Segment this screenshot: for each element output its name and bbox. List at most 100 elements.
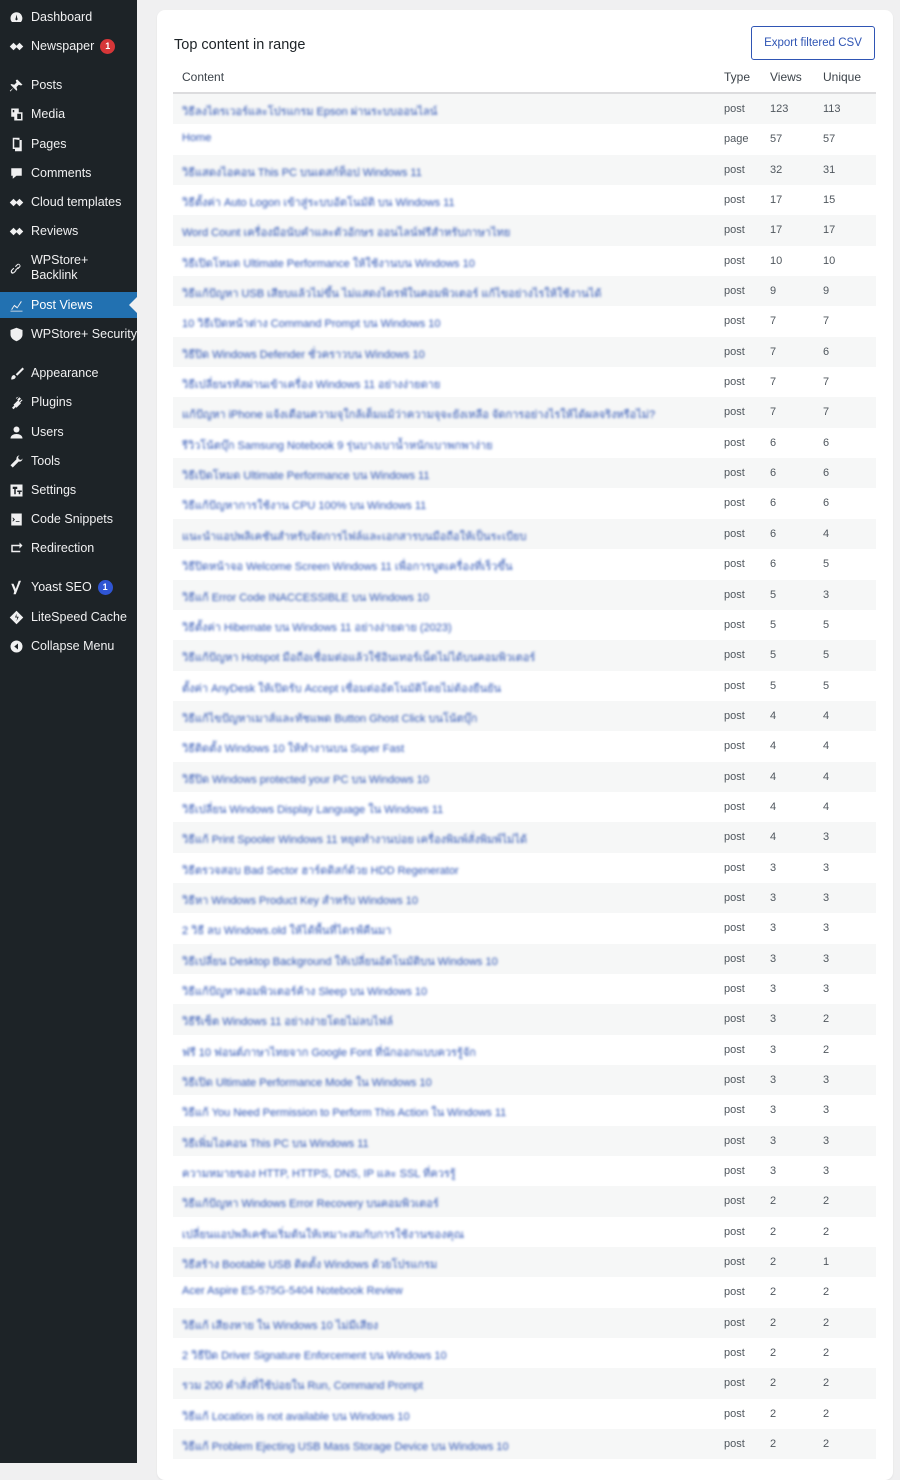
code-icon [8, 511, 24, 527]
sidebar-item-reviews[interactable]: Reviews [0, 218, 137, 244]
views-cell: 17 [770, 224, 783, 237]
content-link[interactable]: วิธีตั้งค่า Auto Logon เข้าสู่ระบบอัตโนม… [182, 193, 455, 211]
content-link[interactable]: วิธีรีเซ็ต Windows 11 อย่างง่ายโดยไม่ลบไ… [182, 1012, 393, 1030]
content-link[interactable]: วิธีหา Windows Product Key สำหรับ Window… [182, 891, 418, 909]
table-header: Content Type Views Unique [173, 67, 876, 94]
content-link[interactable]: วิธีแก้ เสียงหาย ใน Windows 10 ไม่มีเสีย… [182, 1316, 378, 1334]
views-cell: 7 [770, 406, 777, 419]
type-cell: post [724, 922, 745, 935]
sidebar-item-wpstore-backlink[interactable]: WPStore+ Backlink [0, 250, 137, 286]
plugin-icon [8, 394, 24, 410]
sidebar-item-label: Media [31, 106, 66, 121]
sidebar-item-label: Pages [31, 136, 67, 151]
views-cell: 2 [770, 1377, 777, 1390]
content-link[interactable]: ความหมายของ HTTP, HTTPS, DNS, IP และ SSL… [182, 1164, 456, 1182]
sidebar-item-label: Redirection [31, 540, 95, 555]
sidebar-item-yoast-seo[interactable]: Yoast SEO 1 [0, 574, 137, 600]
sidebar-item-dashboard[interactable]: Dashboard [0, 4, 137, 30]
content-link[interactable]: วิธีเพิ่มไอคอน This PC บน Windows 11 [182, 1134, 369, 1152]
content-link[interactable]: วิธีแก้ Problem Ejecting USB Mass Storag… [182, 1437, 509, 1455]
sidebar-item-appearance[interactable]: Appearance [0, 360, 137, 386]
content-link[interactable]: วิธีแก้ไขปัญหาเมาส์และทัชแพด Button Ghos… [182, 709, 477, 727]
content-link[interactable]: วิธีเปิด Ultimate Performance Mode ใน Wi… [182, 1073, 432, 1091]
content-link[interactable]: วิธีแสดงไอคอน This PC บนเดสก์ท็อป Window… [182, 163, 422, 181]
content-link[interactable]: วิธีตรวจสอบ Bad Sector ฮาร์ดดิสก์ด้วย HD… [182, 861, 459, 879]
content-link[interactable]: วิธีลงไดรเวอร์และโปรแกรม Epson ผ่านระบบอ… [182, 102, 437, 120]
type-cell: post [724, 1377, 745, 1390]
sidebar-item-code-snippets[interactable]: Code Snippets [0, 506, 137, 532]
sidebar-item-users[interactable]: Users [0, 419, 137, 445]
sidebar-item-label: Appearance [31, 365, 99, 380]
content-link[interactable]: วิธีติดตั้ง Windows 10 ให้ทำงานบน Super … [182, 739, 404, 757]
content-link[interactable]: รีวิวโน้ตบุ๊ก Samsung Notebook 9 รุ่นบาง… [182, 436, 493, 454]
table-row: 2 วิธี ลบ Windows.old ให้ได้พื้นที่ไดรฟ์… [173, 913, 876, 943]
unique-cell: 2 [823, 1407, 830, 1420]
content-link[interactable]: เปลี่ยนแอปพลิเคชันเริ่มต้นให้เหมาะสมกับก… [182, 1225, 464, 1243]
content-link[interactable]: Home [182, 132, 211, 144]
type-cell: post [724, 103, 745, 115]
header-type[interactable]: Type [724, 70, 750, 84]
header-unique[interactable]: Unique [823, 70, 861, 84]
content-link[interactable]: วิธีแก้ Print Spooler Windows 11 หยุดทำง… [182, 830, 527, 848]
content-link[interactable]: ฟรี 10 ฟอนต์ภาษาไทยจาก Google Font ที่นั… [182, 1043, 476, 1061]
sidebar-item-media[interactable]: Media [0, 101, 137, 127]
content-link[interactable]: วิธีเปลี่ยนรหัสผ่านเข้าเครื่อง Windows 1… [182, 375, 440, 393]
sidebar-item-newspaper[interactable]: Newspaper 1 [0, 33, 137, 59]
content-link[interactable]: แก้ปัญหา iPhone แจ้งเตือนความจุใกล้เต็มแ… [182, 405, 655, 423]
content-link[interactable]: Acer Aspire E5-575G-5404 Notebook Review [182, 1285, 403, 1297]
sidebar-item-tools[interactable]: Tools [0, 448, 137, 474]
export-csv-button[interactable]: Export filtered CSV [751, 26, 875, 60]
content-link[interactable]: วิธีเปิดโหมด Ultimate Performance บน Win… [182, 466, 429, 484]
table-row: วิธีหา Windows Product Key สำหรับ Window… [173, 882, 876, 914]
content-link[interactable]: วิธีเปลี่ยน Windows Display Language ใน … [182, 800, 443, 818]
content-link[interactable]: วิธีแก้ปัญหาคอมพิวเตอร์ค้าง Sleep บน Win… [182, 982, 427, 1000]
table-row: วิธีแก้ Error Code INACCESSIBLE บน Windo… [173, 579, 876, 610]
media-icon [8, 106, 24, 122]
views-cell: 2 [770, 1225, 777, 1238]
content-link[interactable]: 2 วิธี ลบ Windows.old ให้ได้พื้นที่ไดรฟ์… [182, 921, 391, 939]
unique-cell: 2 [823, 1316, 830, 1329]
sidebar-item-cloud-templates[interactable]: Cloud templates [0, 189, 137, 215]
content-link[interactable]: วิธีตั้งค่า Hibernate บน Windows 11 อย่า… [182, 618, 452, 636]
views-cell: 2 [770, 1438, 777, 1451]
unique-cell: 6 [823, 497, 830, 510]
content-link[interactable]: วิธีแก้ปัญหา Hotspot มือถือเชื่อมต่อแล้ว… [182, 648, 535, 666]
sidebar-item-settings[interactable]: Settings [0, 477, 137, 503]
content-link[interactable]: วิธีแก้ Location is not available บน Win… [182, 1407, 410, 1425]
views-cell: 3 [770, 1074, 777, 1086]
sidebar-item-redirection[interactable]: Redirection [0, 535, 137, 561]
content-link[interactable]: วิธีปิดหน้าจอ Welcome Screen Windows 11 … [182, 557, 512, 575]
sidebar-item-litespeed-cache[interactable]: LiteSpeed Cache [0, 604, 137, 630]
diamond-icon [8, 194, 24, 210]
content-link[interactable]: วิธีแก้ปัญหา Windows Error Recovery บนคอ… [182, 1194, 439, 1212]
content-link[interactable]: วิธีแก้ปัญหาการใช้งาน CPU 100% บน Window… [182, 496, 426, 514]
content-link[interactable]: วิธีแก้ปัญหา USB เสียบแล้วไม่ขึ้น ไม่แสด… [182, 284, 601, 302]
content-link[interactable]: วิธีแก้ You Need Permission to Perform T… [182, 1103, 506, 1121]
views-cell: 5 [770, 588, 777, 601]
content-link[interactable]: รวม 200 คำสั่งที่ใช้บ่อยใน Run, Command … [182, 1376, 423, 1394]
sidebar-item-pages[interactable]: Pages [0, 131, 137, 157]
settings-icon [8, 482, 24, 498]
content-link[interactable]: แนะนำแอปพลิเคชันสำหรับจัดการไฟล์และเอกสา… [182, 527, 526, 545]
sidebar-item-collapse-menu[interactable]: Collapse Menu [0, 633, 137, 659]
content-link[interactable]: วิธีแก้ Error Code INACCESSIBLE บน Windo… [182, 588, 429, 606]
sidebar-item-wpstore-security[interactable]: WPStore+ Security [0, 321, 137, 347]
content-link[interactable]: วิธีเปลี่ยน Desktop Background ให้เปลี่ย… [182, 952, 498, 970]
table-row: วิธีแก้ปัญหาคอมพิวเตอร์ค้าง Sleep บน Win… [173, 974, 876, 1004]
sidebar-item-plugins[interactable]: Plugins [0, 389, 137, 415]
sidebar-item-posts[interactable]: Posts [0, 72, 137, 98]
sidebar-item-post-views[interactable]: Post Views [0, 292, 137, 318]
views-cell: 5 [770, 649, 777, 662]
content-link[interactable]: วิธีปิด Windows protected your PC บน Win… [182, 770, 429, 788]
content-link[interactable]: วิธีสร้าง Bootable USB ติดตั้ง Windows ด… [182, 1255, 437, 1273]
content-link[interactable]: วิธีปิด Windows Defender ชั่วคราวบน Wind… [182, 345, 425, 363]
header-content[interactable]: Content [182, 70, 224, 84]
content-link[interactable]: ตั้งค่า AnyDesk ให้เปิดรับ Accept เชื่อม… [182, 679, 501, 697]
content-link[interactable]: วิธีเปิดโหมด Ultimate Performance ให้ใช้… [182, 254, 475, 272]
content-link[interactable]: 2 วิธีปิด Driver Signature Enforcement บ… [182, 1346, 447, 1364]
content-link[interactable]: 10 วิธีเปิดหน้าต่าง Command Prompt บน Wi… [182, 314, 441, 332]
content-link[interactable]: Word Count เครื่องมือนับคำและตัวอักษร ออ… [182, 223, 510, 241]
views-cell: 9 [770, 285, 777, 298]
sidebar-item-comments[interactable]: Comments [0, 160, 137, 186]
header-views[interactable]: Views [770, 70, 802, 84]
